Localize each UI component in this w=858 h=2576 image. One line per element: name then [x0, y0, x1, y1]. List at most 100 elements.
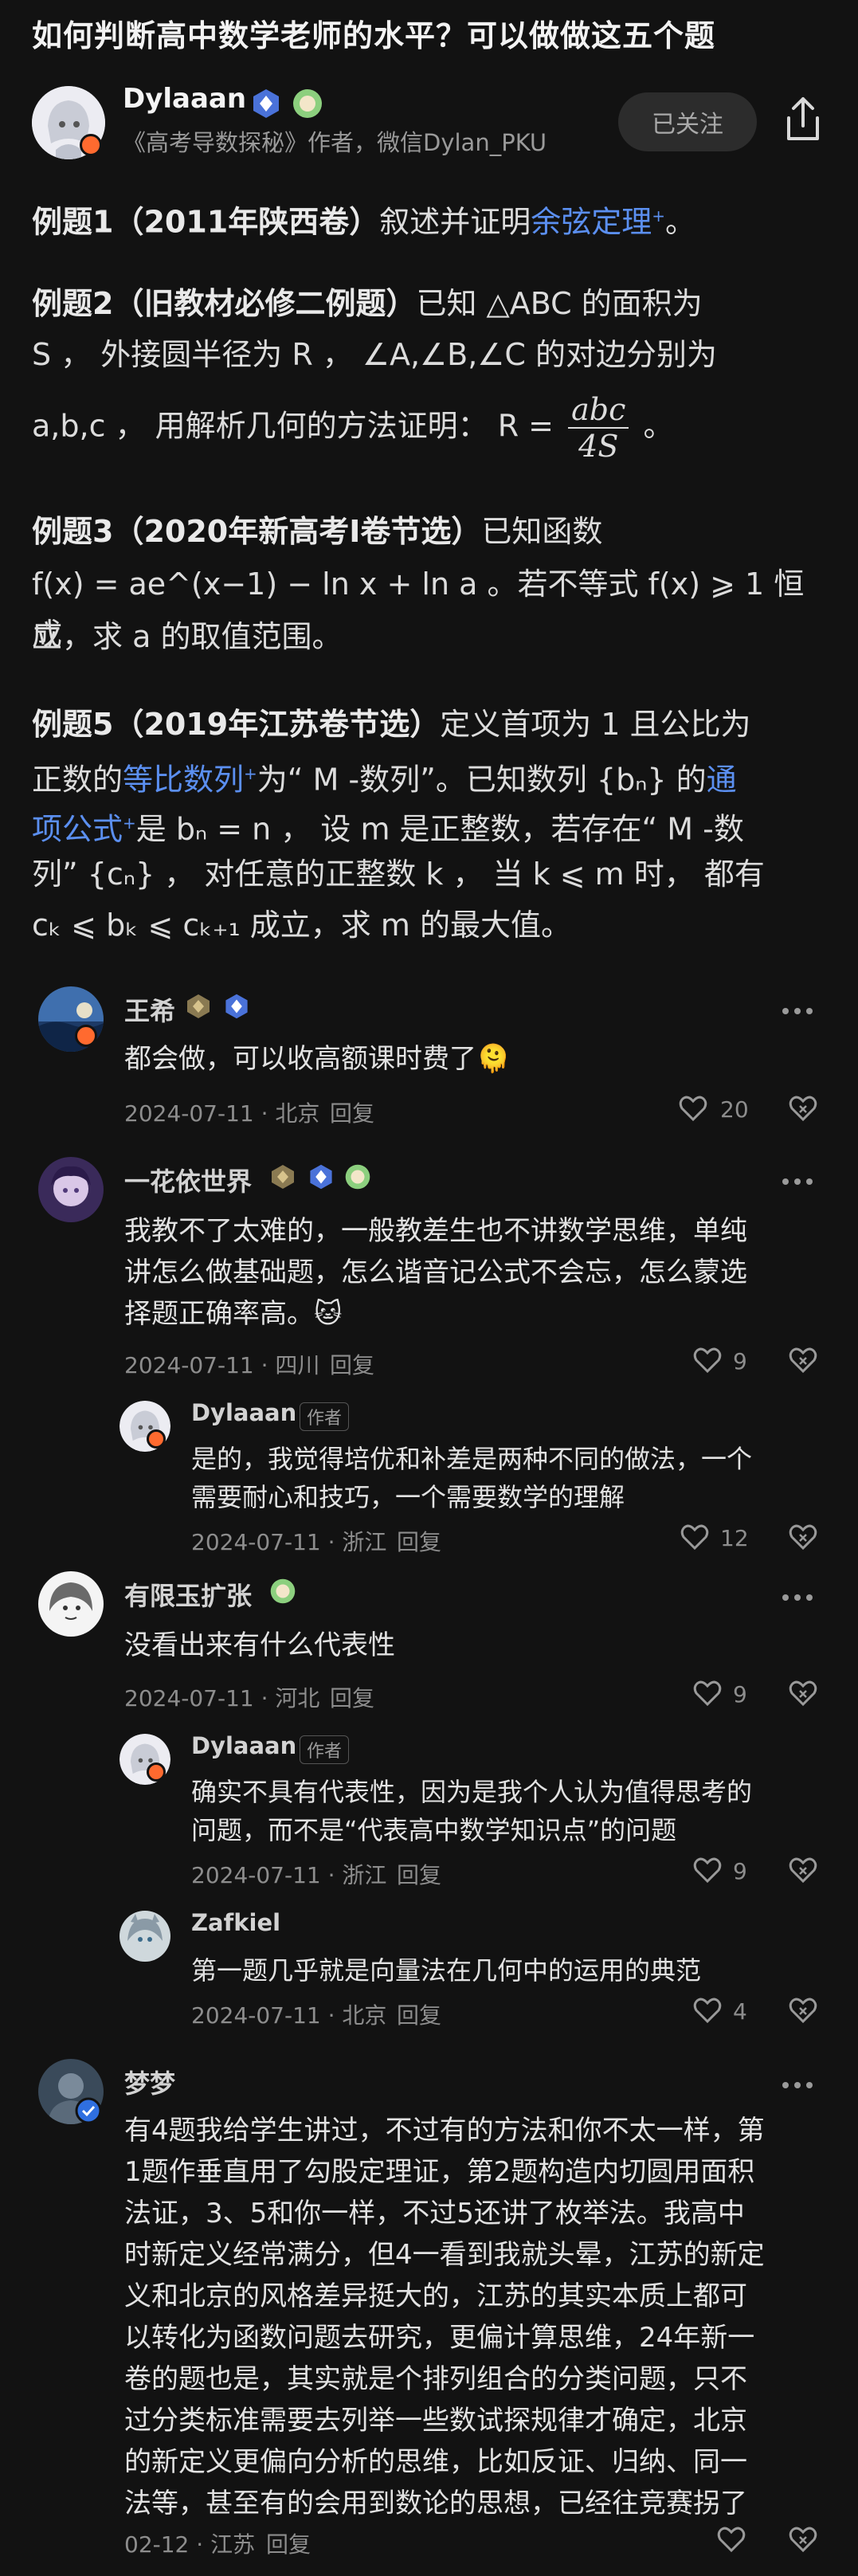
commenter-avatar[interactable] [119, 1911, 170, 1962]
like-count: 9 [733, 1681, 747, 1708]
comment-meta: 2024-07-11 · 北京 [124, 1100, 320, 1127]
commenter-name[interactable]: 有限玉扩张 [124, 1576, 252, 1613]
dislike-icon[interactable] [789, 1680, 817, 1707]
comment-line: 的新定义更偏向分析的思维，比如反证、归纳、同一 [124, 2446, 747, 2478]
dislike-icon[interactable] [789, 2526, 817, 2553]
reply-button[interactable]: 回复 [397, 1998, 441, 2030]
example-3-text-1: 已知函数 [481, 514, 603, 549]
author-name[interactable]: Dylaaan [123, 83, 246, 115]
like-icon[interactable] [693, 1997, 722, 2024]
like-icon[interactable] [693, 1680, 722, 1707]
comment-line: 以转化为函数问题去研究，更偏计算思维，24年新一 [124, 2322, 755, 2354]
like-count: 9 [733, 1858, 747, 1884]
comment-meta: 02-12 · 江苏 [124, 2531, 256, 2558]
verified-badge-icon [225, 994, 248, 1019]
like-icon[interactable] [693, 1857, 722, 1884]
vip-badge-icon [147, 1429, 166, 1449]
reply-button[interactable]: 回复 [397, 1525, 441, 1557]
vip-badge-icon [80, 134, 102, 156]
example-2-end: 。 [643, 408, 674, 444]
comment-meta: 2024-07-11 · 浙江 [191, 1862, 387, 1888]
like-icon[interactable] [717, 2526, 746, 2553]
commenter-avatar[interactable] [38, 1157, 104, 1222]
example-5-text-1: 定义首项为 1 且公比为 [440, 707, 751, 742]
cosine-theorem-link[interactable]: 余弦定理 [531, 205, 652, 240]
question-title[interactable]: 如何判断高中数学老师的水平？可以做做这五个题 [32, 11, 715, 55]
reply-button[interactable]: 回复 [330, 1348, 374, 1380]
general-formula-link-cont[interactable]: 项公式 [32, 812, 123, 847]
example-2-text-1: 已知 △ABC 的面积为 [416, 286, 703, 321]
dislike-icon[interactable] [789, 1523, 817, 1551]
comment-text-line-2: 讲怎么做基础题，怎么谐音记公式不会忘，怎么蒙选 [124, 1257, 747, 1288]
comment-text-line-1: 我教不了太难的，一般教差生也不讲数学思维，单纯 [124, 1215, 747, 1247]
dislike-icon[interactable] [789, 1997, 817, 2024]
level-badge-icon [293, 89, 322, 118]
creator-badge-icon [345, 1164, 370, 1190]
fraction-formula: abc 4S [568, 392, 629, 464]
link-marker: + [123, 814, 136, 833]
like-count: 12 [720, 1525, 749, 1551]
example-5-text-2a: 正数的 [32, 762, 123, 798]
dislike-icon[interactable] [789, 1347, 817, 1374]
comment-line: 时新定义经常满分，但4一看到我就头晕，江苏的新定 [124, 2239, 765, 2271]
like-count: 9 [733, 1348, 747, 1374]
like-icon[interactable] [679, 1095, 707, 1122]
fraction-numerator: abc [568, 392, 629, 429]
comment-text-line-2: 问题，而不是“代表高中数学知识点”的问题 [191, 1815, 677, 1845]
example-2-label: 例题2（旧教材必修二例题） [32, 286, 417, 321]
commenter-avatar[interactable] [38, 1571, 104, 1637]
example-2-line-3: a,b,c ， 用解析几何的方法证明： R = abc 4S 。 [32, 392, 829, 464]
geometric-sequence-link[interactable]: 等比数列 [123, 763, 244, 798]
verified-badge-icon [253, 89, 279, 118]
vip-badge-icon [75, 1025, 97, 1047]
comment-line: 1题作垂直用了勾股定理证，第2题构造内切圆用面积 [124, 2156, 755, 2188]
reply-button[interactable]: 回复 [330, 1096, 374, 1128]
example-1-label: 例题1（2011年陕西卷） [32, 204, 380, 240]
comment-line: 法等，甚至有的会用到数论的思想，已经往竞赛拐了 [124, 2488, 747, 2519]
example-2-line-2: S ， 外接圆半径为 R ， ∠A,∠B,∠C 的对边分别为 [32, 337, 717, 372]
commenter-name[interactable]: Dylaaan [191, 1732, 296, 1759]
comment-text: 没看出来有什么代表性 [124, 1629, 395, 1661]
example-5-line-1: 例题5（2019年江苏卷节选）定义首项为 1 且公比为 [32, 700, 829, 750]
like-count: 4 [733, 1998, 747, 2025]
more-options-icon[interactable] [782, 1173, 818, 1188]
dislike-icon[interactable] [789, 1095, 817, 1122]
commenter-name[interactable]: 王希 [124, 991, 175, 1028]
comment-meta: 2024-07-11 · 河北 [124, 1685, 320, 1711]
reply-button[interactable]: 回复 [266, 2527, 311, 2559]
example-5-line-2: 正数的等比数列+为“ M -数列”。已知数列 {bₙ} 的通 [32, 749, 829, 806]
author-tag: 作者 [300, 1402, 350, 1431]
reply-button[interactable]: 回复 [397, 1858, 441, 1890]
example-3-line-1: 例题3（2020年新高考I卷节选）已知函数 [32, 507, 829, 557]
more-options-icon[interactable] [782, 1589, 818, 1604]
comment-text: 都会做，可以收高额课时费了🫠 [124, 1043, 511, 1075]
comment-meta: 2024-07-11 · 四川 [124, 1352, 320, 1378]
commenter-name[interactable]: 梦梦 [124, 2064, 175, 2100]
comment-text-line-1: 确实不具有代表性，因为是我个人认为值得思考的 [191, 1777, 753, 1807]
level-badge-icon [187, 994, 210, 1018]
example-3-line-3: 立，求 a 的取值范围。 [32, 619, 343, 654]
follow-button[interactable]: 已关注 [618, 92, 757, 151]
comment-line: 法证，3、5和你一样，不过5还讲了枚举法。我高中 [124, 2198, 745, 2229]
like-icon[interactable] [693, 1347, 722, 1374]
commenter-name[interactable]: Dylaaan [191, 1399, 296, 1426]
commenter-name[interactable]: Zafkiel [191, 1909, 280, 1936]
comment-line: 卷的题也是，其实就是个排列组合的分类问题，只不 [124, 2363, 747, 2395]
reply-button[interactable]: 回复 [330, 1681, 374, 1713]
like-icon[interactable] [680, 1523, 709, 1551]
creator-badge-icon [270, 1578, 296, 1604]
general-formula-link[interactable]: 通 [707, 763, 737, 798]
verified-check-icon [75, 2097, 102, 2124]
example-5-line-5: cₖ ⩽ bₖ ⩽ cₖ₊₁ 成立，求 m 的最大值。 [32, 908, 571, 943]
example-5-text-2b: 为“ M -数列”。已知数列 {bₙ} 的 [257, 762, 707, 798]
commenter-name[interactable]: 一花依世界 [124, 1162, 252, 1198]
more-options-icon[interactable] [782, 2076, 818, 2092]
comment-line: 义和北京的风格差异挺大的，江苏的其实本质上都可 [124, 2280, 747, 2312]
example-5-label: 例题5（2019年江苏卷节选） [32, 707, 441, 742]
more-options-icon[interactable] [782, 1002, 818, 1017]
comment-meta: 2024-07-11 · 浙江 [191, 1529, 387, 1555]
dislike-icon[interactable] [789, 1857, 817, 1884]
example-1-text: 叙述并证明 [379, 204, 531, 240]
share-icon[interactable] [781, 94, 825, 145]
example-2-text-3: a,b,c ， 用解析几何的方法证明： R = [32, 408, 554, 444]
